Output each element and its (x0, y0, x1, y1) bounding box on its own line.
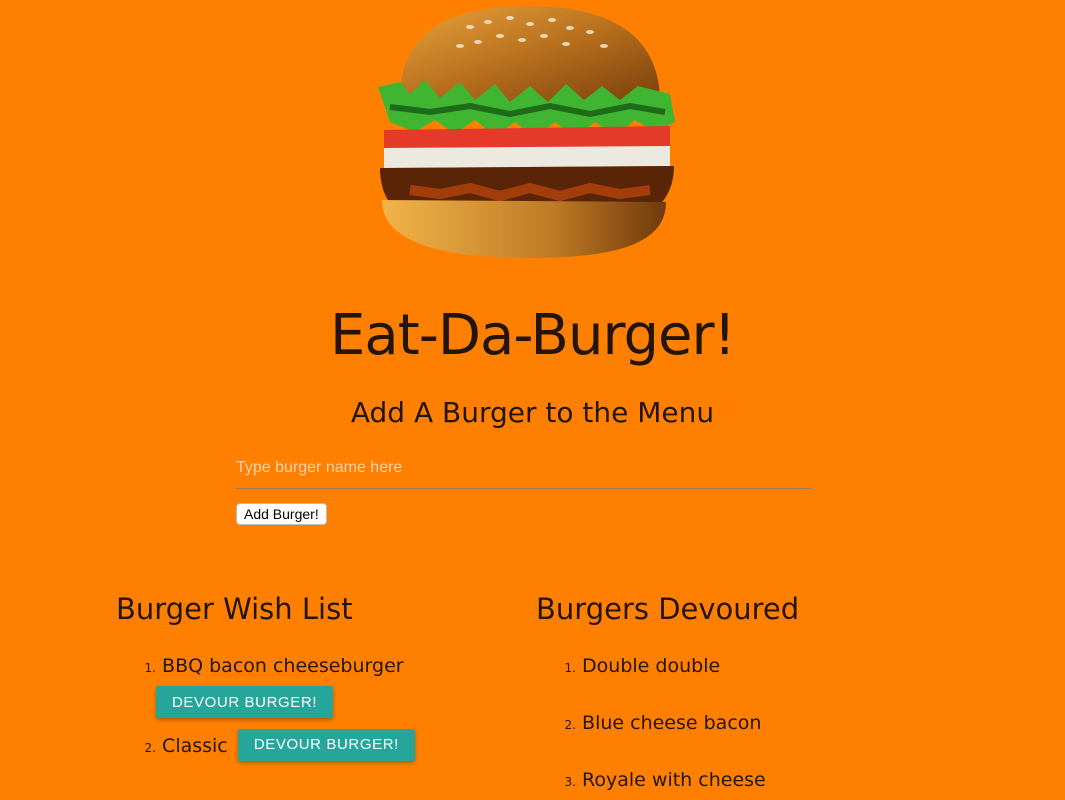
burger-name: Royale with cheese (582, 769, 766, 791)
page-title: Eat-Da-Burger! (330, 303, 736, 368)
devour-burger-button[interactable]: DEVOUR BURGER! (156, 686, 334, 718)
add-burger-heading: Add A Burger to the Menu (350, 396, 715, 429)
list-number: 2. (144, 741, 156, 755)
list-number: 1. (564, 661, 576, 675)
list-number: 2. (564, 718, 576, 732)
burger-name: Blue cheese bacon (582, 712, 762, 734)
burger-name-input[interactable] (236, 448, 812, 489)
list-number: 1. (144, 661, 156, 675)
devoured-list-item: 2. Blue cheese bacon (560, 709, 920, 739)
burger-logo-image (378, 6, 675, 258)
wish-list-item: 2. Classic DEVOUR BURGER! (140, 728, 500, 762)
devoured-list-item: 1. Double double (560, 652, 920, 682)
devour-burger-button[interactable]: DEVOUR BURGER! (237, 728, 415, 761)
wish-list-item: 1. BBQ bacon cheeseburger DEVOUR BURGER! (140, 652, 500, 718)
devoured-list-heading: Burgers Devoured (536, 592, 800, 626)
list-number: 3. (564, 775, 576, 789)
wish-list: 1. BBQ bacon cheeseburger DEVOUR BURGER!… (140, 652, 500, 776)
wish-list-heading: Burger Wish List (116, 592, 353, 626)
burger-name: Double double (582, 655, 721, 677)
burger-name: Classic (162, 735, 228, 757)
devoured-list: 1. Double double 2. Blue cheese bacon 3.… (560, 652, 920, 800)
burger-name: BBQ bacon cheeseburger (162, 655, 404, 677)
devoured-list-item: 3. Royale with cheese (560, 766, 920, 796)
add-burger-button[interactable]: Add Burger! (236, 503, 327, 525)
page: Eat-Da-Burger! Add A Burger to the Menu … (0, 0, 1065, 800)
